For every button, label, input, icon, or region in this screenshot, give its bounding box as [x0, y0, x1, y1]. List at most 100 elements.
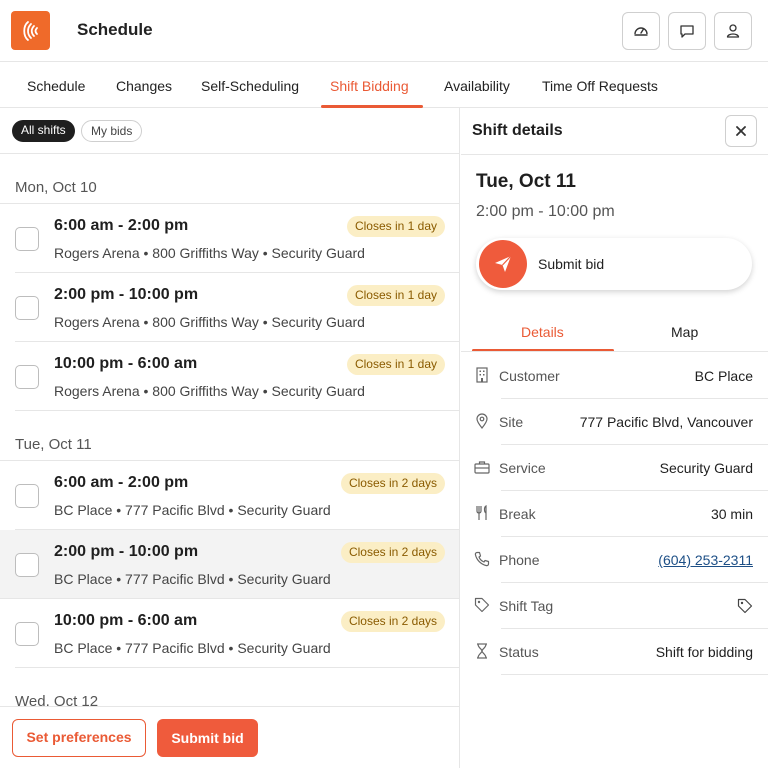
shift-meta: BC Place • 777 Pacific Blvd • Security G…: [54, 640, 331, 656]
shift-meta: Rogers Arena • 800 Griffiths Way • Secur…: [54, 383, 365, 399]
shift-meta: Rogers Arena • 800 Griffiths Way • Secur…: [54, 314, 365, 330]
radio-waves-icon: [22, 20, 38, 41]
details-title: Shift details: [472, 122, 563, 139]
shift-checkbox[interactable]: [15, 296, 39, 320]
detail-row-phone: Phone (604) 253-2311: [461, 537, 768, 583]
detail-row-customer: Customer BC Place: [461, 353, 768, 399]
app-logo[interactable]: [11, 11, 50, 50]
location-pin-icon: [474, 413, 490, 429]
tag-icon: [474, 597, 490, 613]
shift-row[interactable]: 2:00 pm - 10:00 pm Rogers Arena • 800 Gr…: [15, 273, 459, 342]
hourglass-icon: [474, 643, 490, 659]
day-header: Tue, Oct 11: [0, 411, 459, 461]
detail-row-shift-tag: Shift Tag: [461, 583, 768, 629]
building-icon: [474, 367, 490, 383]
app-header: Schedule: [0, 0, 768, 62]
closes-badge: Closes in 1 day: [346, 216, 445, 237]
divider: [501, 674, 768, 675]
shift-time: 6:00 am - 2:00 pm: [54, 474, 189, 491]
tab-time-off-requests[interactable]: Time Off Requests: [542, 62, 658, 108]
shift-checkbox[interactable]: [15, 484, 39, 508]
action-footer: Set preferences Submit bid: [0, 706, 459, 768]
detail-label: Phone: [499, 552, 540, 568]
closes-badge: Closes in 2 days: [340, 542, 445, 563]
shift-row[interactable]: 6:00 am - 2:00 pm BC Place • 777 Pacific…: [15, 461, 459, 530]
shift-row[interactable]: 6:00 am - 2:00 pm Rogers Arena • 800 Gri…: [15, 204, 459, 273]
divider: [461, 351, 768, 352]
closes-badge: Closes in 2 days: [340, 611, 445, 632]
shift-row[interactable]: 10:00 pm - 6:00 am Rogers Arena • 800 Gr…: [15, 342, 459, 411]
utensils-icon: [474, 505, 490, 521]
day-header: Mon, Oct 10: [0, 154, 459, 204]
detail-row-site: Site 777 Pacific Blvd, Vancouver: [461, 399, 768, 445]
detail-row-break: Break 30 min: [461, 491, 768, 537]
shift-time: 10:00 pm - 6:00 am: [54, 612, 198, 629]
shift-row[interactable]: 10:00 pm - 6:00 am BC Place • 777 Pacifi…: [15, 599, 459, 668]
shift-time: 10:00 pm - 6:00 am: [54, 355, 198, 372]
detail-row-status: Status Shift for bidding: [461, 629, 768, 675]
filter-bar: All shifts My bids: [0, 108, 459, 154]
detail-label: Status: [499, 644, 539, 660]
shift-meta: BC Place • 777 Pacific Blvd • Security G…: [54, 502, 331, 518]
shift-checkbox[interactable]: [15, 622, 39, 646]
shift-meta: Rogers Arena • 800 Griffiths Way • Secur…: [54, 245, 365, 261]
detail-label: Shift Tag: [499, 598, 554, 614]
detail-label: Break: [499, 506, 536, 522]
close-icon: [736, 126, 746, 136]
shift-checkbox[interactable]: [15, 365, 39, 389]
divider: [461, 154, 768, 155]
detail-value: BC Place: [694, 368, 753, 384]
phone-link[interactable]: (604) 253-2311: [658, 552, 753, 568]
detail-row-service: Service Security Guard: [461, 445, 768, 491]
detail-value: Security Guard: [659, 460, 753, 476]
shift-time: 2:00 pm - 10:00 pm: [54, 286, 199, 303]
detail-value: 777 Pacific Blvd, Vancouver: [579, 414, 753, 430]
submit-bid-button[interactable]: Submit bid: [157, 719, 258, 757]
tab-changes[interactable]: Changes: [116, 62, 172, 108]
tab-self-scheduling[interactable]: Self-Scheduling: [201, 62, 299, 108]
shift-checkbox[interactable]: [15, 553, 39, 577]
tab-availability[interactable]: Availability: [444, 62, 510, 108]
chat-button[interactable]: [668, 12, 706, 50]
detail-value: Shift for bidding: [655, 644, 753, 660]
tab-schedule[interactable]: Schedule: [27, 62, 85, 108]
shift-meta: BC Place • 777 Pacific Blvd • Security G…: [54, 571, 331, 587]
tab-map[interactable]: Map: [671, 324, 698, 340]
submit-bid-card[interactable]: Submit bid: [476, 238, 752, 290]
dashboard-icon: [634, 27, 648, 36]
shift-tag-button[interactable]: [737, 598, 753, 617]
filter-my-bids[interactable]: My bids: [81, 120, 143, 142]
shift-list: Mon, Oct 10 6:00 am - 2:00 pm Rogers Are…: [0, 154, 459, 718]
dashboard-button[interactable]: [622, 12, 660, 50]
detail-label: Customer: [499, 368, 560, 384]
shift-details-panel: Shift details Tue, Oct 11 2:00 pm - 10:0…: [461, 108, 768, 768]
phone-icon: [474, 551, 490, 567]
filter-all-shifts[interactable]: All shifts: [12, 120, 75, 142]
close-button[interactable]: [725, 115, 757, 147]
shift-checkbox[interactable]: [15, 227, 39, 251]
submit-bid-label: Submit bid: [538, 256, 605, 272]
shift-row-selected[interactable]: 2:00 pm - 10:00 pm BC Place • 777 Pacifi…: [0, 530, 459, 599]
closes-badge: Closes in 2 days: [340, 473, 445, 494]
detail-value: 30 min: [710, 506, 753, 522]
closes-badge: Closes in 1 day: [346, 285, 445, 306]
profile-button[interactable]: [714, 12, 752, 50]
main-tabs: Schedule Changes Self-Scheduling Shift B…: [0, 62, 768, 108]
shift-list-panel: All shifts My bids Mon, Oct 10 6:00 am -…: [0, 108, 460, 768]
send-button-circle: [479, 240, 527, 288]
shift-date: Tue, Oct 11: [476, 171, 576, 192]
closes-badge: Closes in 1 day: [346, 354, 445, 375]
profile-icon: [726, 24, 740, 38]
page-title: Schedule: [77, 20, 153, 39]
tab-shift-bidding[interactable]: Shift Bidding: [321, 62, 423, 108]
detail-label: Service: [499, 460, 546, 476]
send-icon: [495, 255, 512, 272]
tab-details[interactable]: Details: [521, 324, 564, 340]
chat-icon: [680, 25, 694, 38]
briefcase-icon: [474, 459, 490, 475]
set-preferences-button[interactable]: Set preferences: [12, 719, 146, 757]
detail-label: Site: [499, 414, 524, 430]
shift-time: 6:00 am - 2:00 pm: [54, 217, 189, 234]
shift-time: 2:00 pm - 10:00 pm: [54, 543, 199, 560]
shift-time-range: 2:00 pm - 10:00 pm: [476, 203, 615, 220]
